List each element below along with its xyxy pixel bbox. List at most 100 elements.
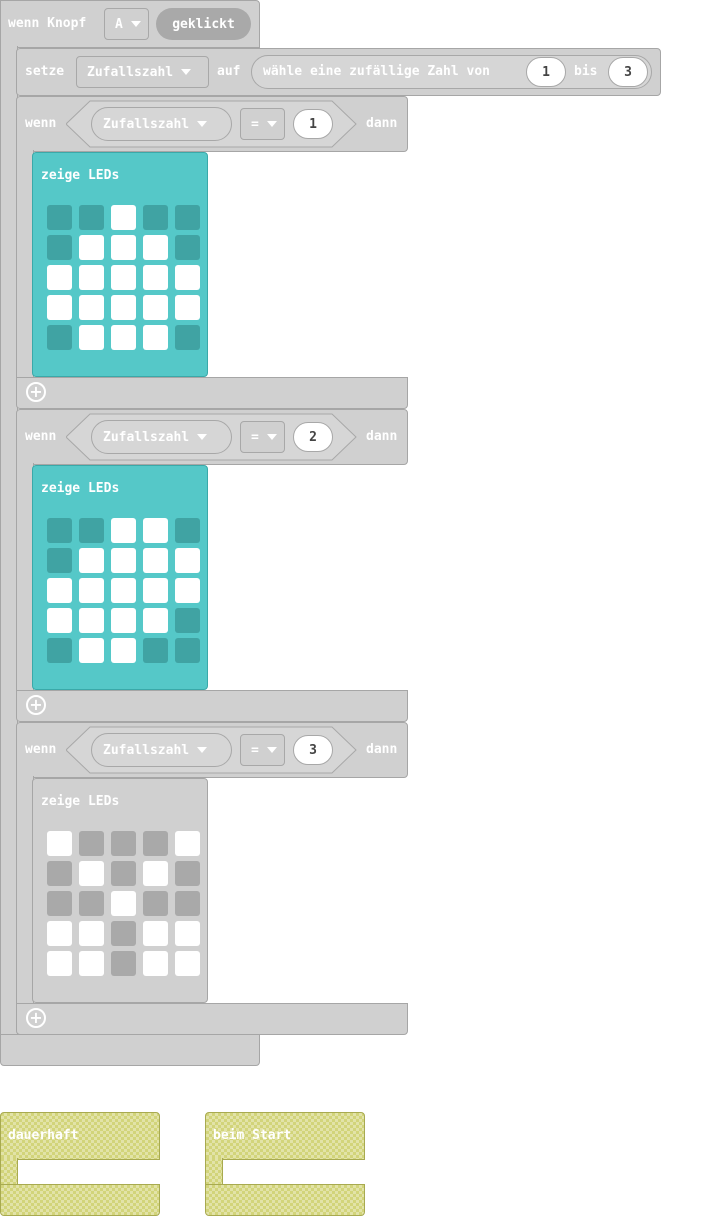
led-cell[interactable] (143, 921, 168, 946)
led-cell[interactable] (111, 861, 136, 886)
led-cell[interactable] (111, 891, 136, 916)
led-cell[interactable] (111, 518, 136, 543)
led-cell[interactable] (111, 235, 136, 260)
to-label: auf (217, 64, 241, 79)
led-cell[interactable] (79, 205, 104, 230)
led-cell[interactable] (47, 638, 72, 663)
operator-dropdown-3[interactable]: = (240, 734, 285, 766)
led-cell[interactable] (47, 578, 72, 603)
add-else-icon[interactable]: + (26, 382, 46, 402)
led-cell[interactable] (143, 831, 168, 856)
led-cell[interactable] (79, 325, 104, 350)
led-cell[interactable] (143, 295, 168, 320)
led-cell[interactable] (47, 265, 72, 290)
gesture-dropdown[interactable]: geklickt (156, 8, 251, 40)
led-cell[interactable] (111, 205, 136, 230)
led-cell[interactable] (143, 578, 168, 603)
led-cell[interactable] (175, 861, 200, 886)
led-cell[interactable] (175, 951, 200, 976)
compare-value-input-2[interactable]: 2 (293, 422, 333, 452)
operator-dropdown-1[interactable]: = (240, 108, 285, 140)
led-cell[interactable] (79, 518, 104, 543)
led-cell[interactable] (143, 205, 168, 230)
led-cell[interactable] (79, 831, 104, 856)
operator-dropdown-2[interactable]: = (240, 421, 285, 453)
then-label-1: dann (366, 116, 398, 131)
led-cell[interactable] (47, 891, 72, 916)
led-cell[interactable] (143, 325, 168, 350)
led-cell[interactable] (47, 951, 72, 976)
led-cell[interactable] (143, 518, 168, 543)
button-dropdown[interactable]: A (104, 8, 149, 40)
led-cell[interactable] (47, 831, 72, 856)
led-cell[interactable] (47, 518, 72, 543)
led-cell[interactable] (175, 205, 200, 230)
led-cell[interactable] (79, 951, 104, 976)
led-cell[interactable] (79, 295, 104, 320)
led-cell[interactable] (175, 295, 200, 320)
led-cell[interactable] (47, 295, 72, 320)
led-cell[interactable] (175, 638, 200, 663)
led-cell[interactable] (47, 608, 72, 633)
led-cell[interactable] (79, 921, 104, 946)
variable-dropdown-1[interactable]: Zufallszahl (91, 107, 232, 141)
led-cell[interactable] (111, 951, 136, 976)
led-cell[interactable] (175, 831, 200, 856)
led-cell[interactable] (143, 891, 168, 916)
led-cell[interactable] (175, 235, 200, 260)
compare-variable-2: Zufallszahl (103, 429, 190, 445)
led-cell[interactable] (111, 638, 136, 663)
led-cell[interactable] (79, 891, 104, 916)
led-cell[interactable] (175, 921, 200, 946)
led-cell[interactable] (111, 325, 136, 350)
led-cell[interactable] (175, 265, 200, 290)
led-cell[interactable] (175, 891, 200, 916)
led-cell[interactable] (79, 265, 104, 290)
led-cell[interactable] (111, 295, 136, 320)
compare-value-input-3[interactable]: 3 (293, 735, 333, 765)
add-else-icon[interactable]: + (26, 695, 46, 715)
led-cell[interactable] (143, 235, 168, 260)
random-from-input[interactable]: 1 (526, 57, 566, 87)
led-cell[interactable] (143, 265, 168, 290)
led-cell[interactable] (79, 638, 104, 663)
led-cell[interactable] (47, 235, 72, 260)
chevron-down-icon (266, 121, 277, 127)
random-to-input[interactable]: 3 (608, 57, 648, 87)
led-cell[interactable] (175, 548, 200, 573)
led-cell[interactable] (143, 548, 168, 573)
led-cell[interactable] (111, 608, 136, 633)
variable-dropdown-2[interactable]: Zufallszahl (91, 420, 232, 454)
random-from-value: 1 (542, 64, 550, 80)
led-cell[interactable] (175, 608, 200, 633)
then-label-3: dann (366, 742, 398, 757)
led-cell[interactable] (143, 951, 168, 976)
led-cell[interactable] (143, 608, 168, 633)
variable-dropdown-3[interactable]: Zufallszahl (91, 733, 232, 767)
led-cell[interactable] (79, 861, 104, 886)
led-cell[interactable] (111, 578, 136, 603)
compare-value-input-1[interactable]: 1 (293, 109, 333, 139)
add-else-icon[interactable]: + (26, 1008, 46, 1028)
led-cell[interactable] (143, 861, 168, 886)
led-cell[interactable] (111, 831, 136, 856)
led-cell[interactable] (175, 578, 200, 603)
led-cell[interactable] (79, 608, 104, 633)
led-cell[interactable] (47, 861, 72, 886)
led-cell[interactable] (79, 235, 104, 260)
led-cell[interactable] (47, 325, 72, 350)
led-cell[interactable] (111, 548, 136, 573)
led-cell[interactable] (47, 205, 72, 230)
led-cell[interactable] (175, 325, 200, 350)
forever-block-footer (0, 1184, 160, 1216)
led-cell[interactable] (111, 265, 136, 290)
then-label-2: dann (366, 429, 398, 444)
led-cell[interactable] (143, 638, 168, 663)
led-cell[interactable] (47, 921, 72, 946)
led-cell[interactable] (175, 518, 200, 543)
variable-dropdown-set[interactable]: Zufallszahl (76, 56, 209, 88)
led-cell[interactable] (79, 578, 104, 603)
led-cell[interactable] (111, 921, 136, 946)
led-cell[interactable] (47, 548, 72, 573)
led-cell[interactable] (79, 548, 104, 573)
